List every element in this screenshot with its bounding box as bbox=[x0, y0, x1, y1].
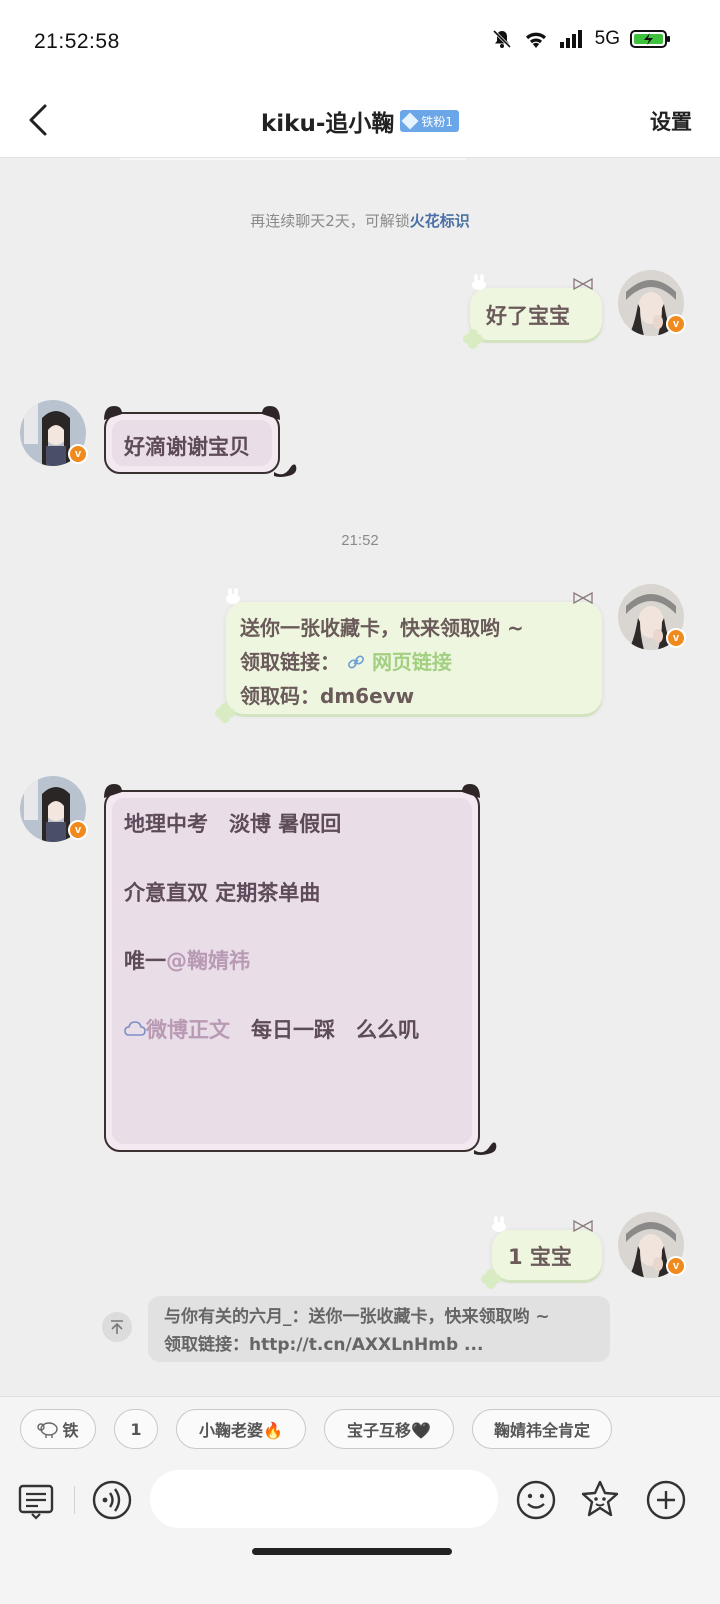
message-line-1: 地理中考 淡博 暑假回 bbox=[124, 812, 342, 836]
quoted-message[interactable]: 与你有关的六月_：送你一张收藏卡，快来领取哟 ~ 领取链接：http://t.c… bbox=[148, 1296, 610, 1362]
mention-link[interactable]: @鞠婧祎 bbox=[166, 949, 250, 973]
status-icons: 5G bbox=[491, 28, 672, 50]
link-icon bbox=[347, 655, 364, 669]
chat-title-group[interactable]: kiku-追小鞠 铁粉1 bbox=[0, 104, 720, 138]
message-input[interactable] bbox=[150, 1470, 498, 1528]
message-bubble-out[interactable]: 好了宝宝 bbox=[463, 274, 602, 349]
quick-reply-chip[interactable]: 鞠婧祎全肯定 bbox=[472, 1409, 612, 1449]
sheep-icon bbox=[37, 1422, 59, 1438]
settings-button[interactable]: 设置 bbox=[650, 106, 692, 136]
cat-ear-icon bbox=[104, 784, 122, 798]
my-avatar[interactable]: v bbox=[618, 584, 686, 650]
card-line-2: 领取链接： 网页链接 bbox=[240, 646, 452, 675]
quick-reply-label: 铁 bbox=[62, 1421, 79, 1440]
home-indicator[interactable] bbox=[252, 1548, 452, 1555]
quick-reply-label: 1 bbox=[130, 1419, 142, 1439]
header-divider bbox=[120, 158, 466, 160]
menu-list-icon[interactable] bbox=[14, 1478, 58, 1522]
friend-avatar[interactable]: v bbox=[20, 400, 88, 466]
card-link-label: 领取链接： bbox=[240, 650, 340, 674]
input-separator bbox=[74, 1486, 75, 1514]
battery-charging-icon bbox=[630, 30, 670, 48]
fan-badge-label: 铁粉1 bbox=[421, 114, 454, 129]
pin-top-icon[interactable] bbox=[102, 1312, 132, 1342]
message-text: 1 宝宝 bbox=[508, 1245, 572, 1269]
collect-card-bubble[interactable]: 送你一张收藏卡，快来领取哟 ~ 领取链接： 网页链接 领取码：dm6evw bbox=[215, 588, 602, 723]
verified-icon: v bbox=[666, 314, 686, 334]
message-text: 好了宝宝 bbox=[486, 304, 570, 328]
my-avatar[interactable]: v bbox=[618, 270, 686, 336]
quick-reply-chip[interactable]: 铁 bbox=[20, 1409, 96, 1449]
signal-icon bbox=[559, 30, 582, 48]
friend-avatar[interactable]: v bbox=[20, 776, 88, 842]
clover-icon bbox=[463, 329, 483, 349]
message-line-3-prefix: 唯一 bbox=[124, 949, 166, 973]
cat-ear-icon bbox=[262, 406, 280, 420]
cloud-icon bbox=[124, 1021, 146, 1036]
card-line-1: 送你一张收藏卡，快来领取哟 ~ bbox=[240, 616, 524, 640]
message-bubble-in[interactable]: 好滴谢谢宝贝 bbox=[104, 406, 297, 477]
mute-bell-icon bbox=[492, 29, 511, 49]
verified-icon: v bbox=[68, 444, 88, 464]
message-line-3: 唯一@鞠婧祎 bbox=[124, 945, 250, 975]
emoji-icon[interactable] bbox=[514, 1478, 558, 1522]
spark-badge-link[interactable]: 火花标识 bbox=[410, 212, 470, 230]
cat-ear-icon bbox=[462, 784, 480, 798]
verified-icon: v bbox=[666, 628, 686, 648]
bow-icon bbox=[573, 1220, 593, 1232]
bow-icon bbox=[573, 592, 593, 604]
wifi-icon bbox=[525, 32, 546, 48]
bow-icon bbox=[573, 278, 593, 290]
status-bar: 21:52:58 5G bbox=[0, 0, 720, 84]
card-line-3: 领取码：dm6evw bbox=[240, 684, 415, 708]
message-text: 好滴谢谢宝贝 bbox=[124, 435, 250, 459]
plus-icon[interactable] bbox=[644, 1478, 688, 1522]
quick-reply-chip[interactable]: 小鞠老婆🔥 bbox=[176, 1409, 306, 1449]
quick-reply-chip[interactable]: 宝子互移🖤 bbox=[324, 1409, 454, 1449]
cat-tail-icon bbox=[274, 464, 297, 477]
network-type: 5G bbox=[594, 28, 620, 49]
verified-icon: v bbox=[68, 820, 88, 840]
quick-reply-label: 小鞠老婆🔥 bbox=[199, 1421, 283, 1440]
quick-reply-label: 鞠婧祎全肯定 bbox=[493, 1421, 590, 1440]
bunny-icon bbox=[226, 588, 240, 604]
my-avatar[interactable]: v bbox=[618, 1212, 686, 1278]
message-line-2: 介意直双 定期茶单曲 bbox=[124, 881, 321, 905]
quick-reply-label: 宝子互移🖤 bbox=[347, 1421, 431, 1440]
bunny-icon bbox=[472, 274, 486, 290]
verified-icon: v bbox=[666, 1256, 686, 1276]
system-hint: 再连续聊天2天，可解锁火花标识 bbox=[0, 210, 720, 231]
status-time: 21:52:58 bbox=[34, 30, 120, 53]
quote-line-2: 领取链接：http://t.cn/AXXLnHmb ... bbox=[164, 1335, 484, 1355]
weibo-post-link[interactable]: 微博正文 bbox=[146, 1018, 230, 1042]
message-bubble-in[interactable]: 地理中考 淡博 暑假回 介意直双 定期茶单曲 唯一@鞠婧祎 微博正文 每日一踩 … bbox=[104, 784, 497, 1155]
message-bubble-out[interactable]: 1 宝宝 bbox=[481, 1216, 602, 1289]
cat-tail-icon bbox=[474, 1142, 497, 1155]
quick-reply-bar: 铁 1 小鞠老婆🔥 宝子互移🖤 鞠婧祎全肯定 bbox=[0, 1396, 720, 1464]
cat-ear-icon bbox=[104, 406, 122, 420]
system-hint-text: 再连续聊天2天，可解锁 bbox=[250, 212, 410, 230]
clover-icon bbox=[215, 703, 235, 723]
input-bar bbox=[0, 1464, 720, 1604]
sticker-star-icon[interactable] bbox=[578, 1478, 622, 1522]
chat-header: kiku-追小鞠 铁粉1 设置 bbox=[0, 84, 720, 158]
voice-icon[interactable] bbox=[90, 1478, 134, 1522]
chat-title: kiku-追小鞠 bbox=[260, 111, 395, 137]
diamond-icon bbox=[401, 112, 419, 130]
web-link[interactable]: 网页链接 bbox=[372, 650, 452, 674]
message-line-4-rest: 每日一踩 么么叽 bbox=[230, 1018, 419, 1042]
quick-reply-chip[interactable]: 1 bbox=[114, 1409, 158, 1449]
clover-icon bbox=[481, 1269, 501, 1289]
bunny-icon bbox=[492, 1216, 506, 1232]
chat-timestamp: 21:52 bbox=[341, 532, 379, 549]
message-line-4: 微博正文 每日一踩 么么叽 bbox=[124, 1014, 419, 1044]
fan-badge: 铁粉1 bbox=[400, 110, 460, 132]
quote-line-1: 与你有关的六月_：送你一张收藏卡，快来领取哟 ~ bbox=[164, 1307, 550, 1327]
